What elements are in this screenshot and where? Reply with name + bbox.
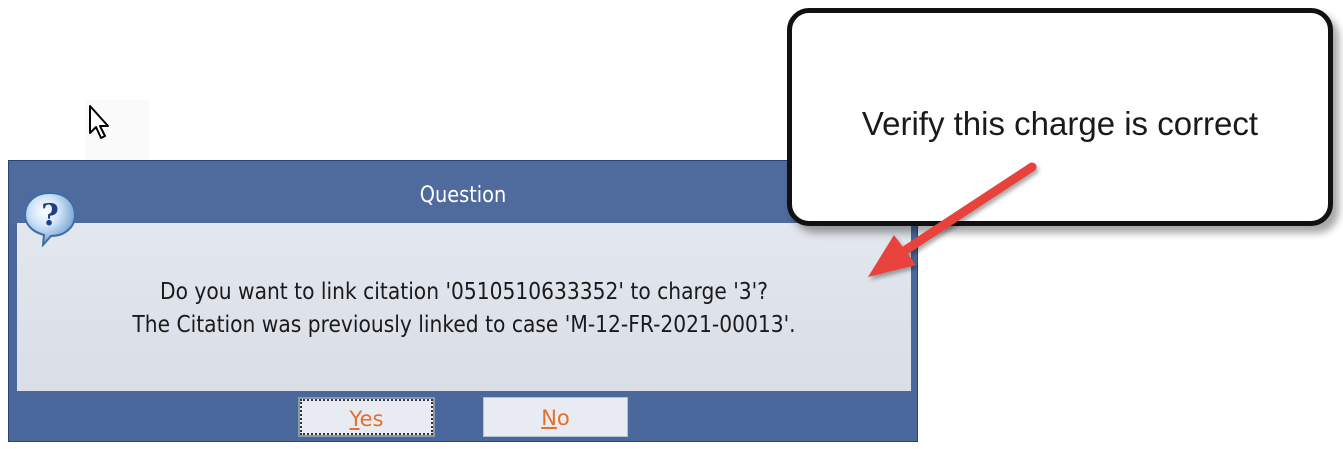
mouse-pointer-icon xyxy=(86,100,150,160)
screen: Question Do you want to link citation '0… xyxy=(0,0,1343,449)
dialog-message-line-2: The Citation was previously linked to ca… xyxy=(132,312,796,338)
annotation-arrow-icon xyxy=(868,162,1037,277)
yes-button[interactable]: Yes xyxy=(298,397,435,437)
yes-mnemonic: Y xyxy=(349,407,360,431)
no-button[interactable]: No xyxy=(483,397,628,437)
dialog-message-area: Do you want to link citation '0510510633… xyxy=(17,223,911,391)
help-question-icon: ? xyxy=(23,191,77,247)
question-dialog: Question Do you want to link citation '0… xyxy=(8,160,918,442)
dialog-message-line-1: Do you want to link citation '0510510633… xyxy=(160,279,768,305)
svg-text:?: ? xyxy=(41,198,59,233)
no-label-rest: o xyxy=(556,406,570,430)
dialog-title-bar[interactable]: Question xyxy=(9,161,917,223)
callout-text: Verify this charge is correct xyxy=(861,105,1259,142)
no-mnemonic: N xyxy=(541,406,557,430)
yes-label-rest: es xyxy=(359,407,384,431)
dialog-title: Question xyxy=(419,183,507,208)
